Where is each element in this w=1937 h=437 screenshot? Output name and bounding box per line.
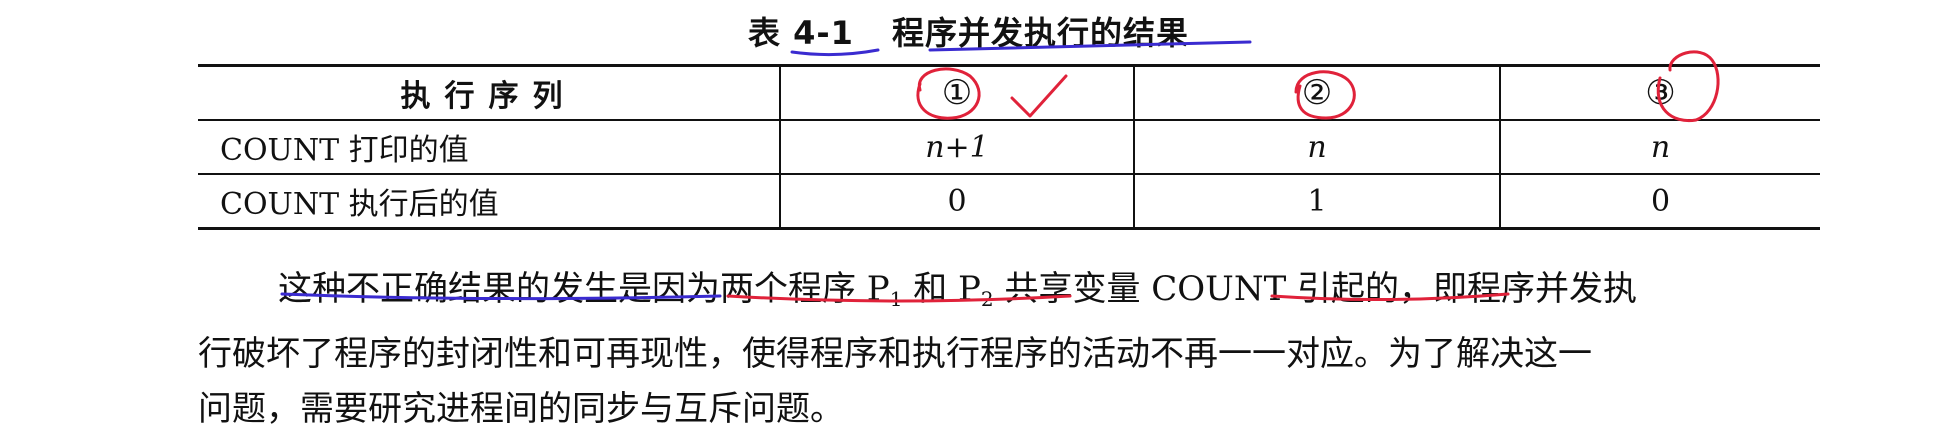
row-label-after: COUNT 执行后的值	[198, 173, 780, 230]
table-number: 表 4-1	[747, 14, 854, 52]
paragraph-line-1: 这种不正确结果的发生是因为两个程序 P1 和 P2 共享变量 COUNT 引起的…	[198, 262, 1838, 327]
table-header-row: 执行序列 ① ② ③	[198, 64, 1820, 121]
cell-printed-3: n	[1499, 120, 1820, 174]
row-label-printed: COUNT 打印的值	[220, 133, 469, 168]
line1-text-b: 和 P	[902, 269, 981, 309]
body-paragraph: 这种不正确结果的发生是因为两个程序 P1 和 P2 共享变量 COUNT 引起的…	[198, 262, 1838, 437]
paragraph-line-2: 行破坏了程序的封闭性和可再现性，使得程序和执行程序的活动不再一一对应。为了解决这…	[198, 334, 1592, 374]
cell-printed-2: n	[1133, 120, 1500, 174]
header-col-2: ②	[1133, 64, 1500, 121]
header-col-1: ①	[779, 64, 1134, 121]
line1-text-a: 这种不正确结果的发生是因为两个程序 P	[278, 269, 890, 309]
line1-text-c: 共享变量 COUNT 引起的，即程序并发执	[993, 269, 1638, 309]
table-row: COUNT 执行后的值 0 1 0	[198, 173, 1820, 230]
cell-printed-1: n+1	[779, 120, 1134, 174]
p1-subscript: 1	[889, 287, 903, 311]
table-title: 程序并发执行的结果	[892, 14, 1190, 52]
cell-after-2: 1	[1133, 173, 1500, 230]
document-page: 表 4-1 程序并发执行的结果 执行序列 ① ② ③ COUNT 打印的值 n+…	[0, 0, 1937, 434]
cell-after-3: 0	[1499, 173, 1820, 230]
table-caption: 表 4-1 程序并发执行的结果	[0, 8, 1937, 54]
results-table: 执行序列 ① ② ③ COUNT 打印的值 n+1 n n COUNT 执行后的…	[198, 64, 1820, 230]
header-sequence: 执行序列	[198, 64, 780, 121]
p2-subscript: 2	[980, 287, 994, 311]
paragraph-line-3: 问题，需要研究进程间的同步与互斥问题。	[198, 389, 844, 429]
header-col-3: ③	[1499, 64, 1820, 121]
cell-after-1: 0	[779, 173, 1134, 230]
table-row: COUNT 打印的值 n+1 n n	[198, 120, 1820, 174]
